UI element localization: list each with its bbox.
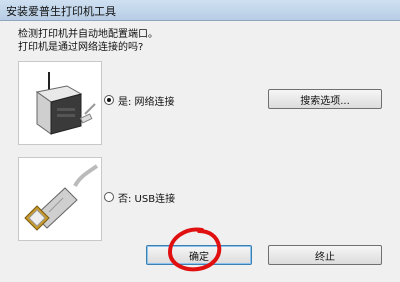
network-option-label: 是: 网络连接 <box>118 96 175 108</box>
network-option[interactable]: 是: 网络连接 <box>104 93 175 108</box>
usb-option-label: 否: USB连接 <box>118 193 176 205</box>
network-printer-illustration <box>18 61 102 145</box>
usb-plug-icon <box>24 164 99 231</box>
dialog-window: 安装爱普生打印机工具 检测打印机并自动地配置端口。 打印机是通过网络连接的吗? … <box>0 0 400 282</box>
cancel-button[interactable]: 终止 <box>268 245 382 265</box>
network-router-icon <box>35 72 96 135</box>
network-radio[interactable] <box>104 95 114 105</box>
usb-illustration <box>18 157 102 241</box>
usb-radio[interactable] <box>104 192 114 202</box>
window-title: 安装爱普生打印机工具 <box>6 5 116 18</box>
title-bar: 安装爱普生打印机工具 <box>0 0 400 21</box>
search-options-button[interactable]: 搜索选项... <box>268 89 382 109</box>
dialog-content: 检测打印机并自动地配置端口。 打印机是通过网络连接的吗? 是: 网络连接 搜索选… <box>0 21 400 282</box>
usb-option[interactable]: 否: USB连接 <box>104 190 176 205</box>
ok-button[interactable]: 确定 <box>146 245 252 265</box>
question-line-2: 打印机是通过网络连接的吗? <box>18 42 144 53</box>
